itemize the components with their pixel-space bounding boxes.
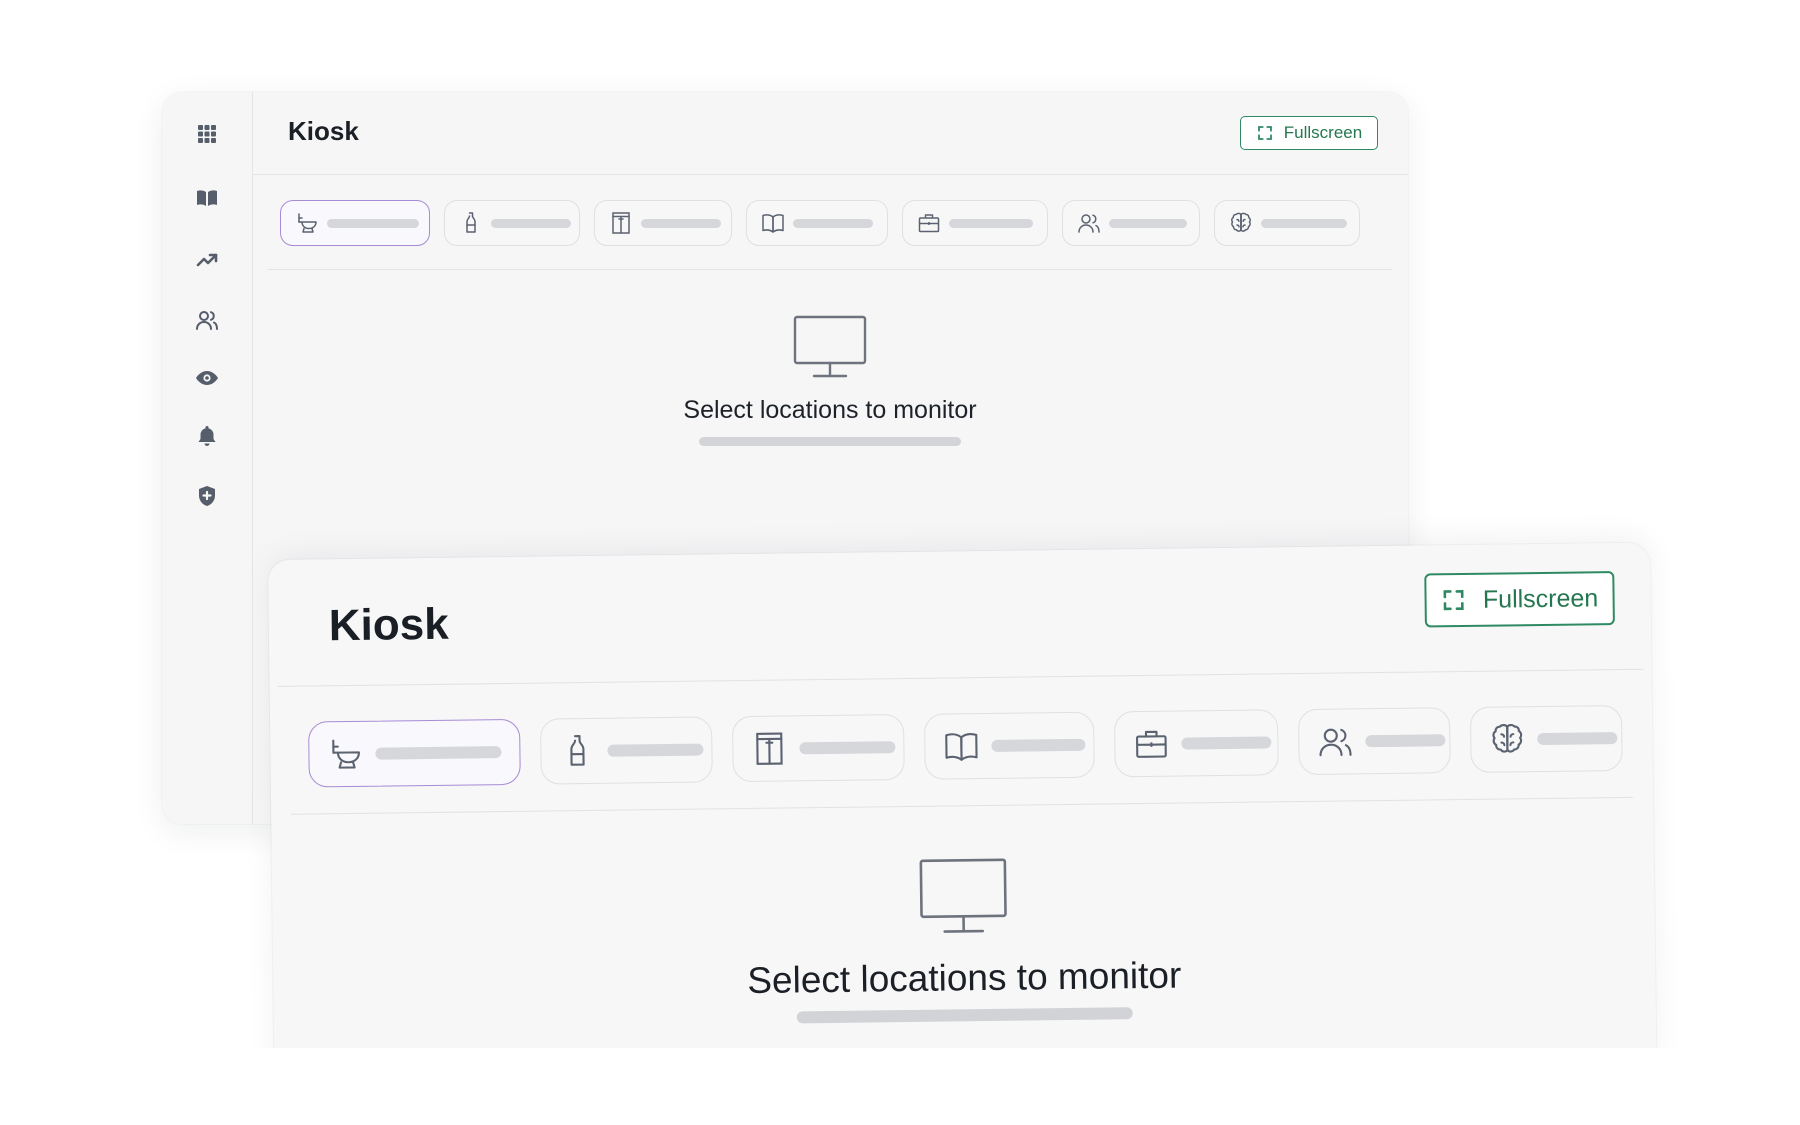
users-icon [1078,214,1100,233]
page-background [0,1048,1800,1125]
monitor-icon [919,858,1007,933]
location-tab-brain[interactable] [1469,704,1623,773]
brain-icon [1231,212,1251,232]
placeholder-bar [796,1007,1133,1024]
fullscreen-button[interactable]: Fullscreen [1240,116,1378,150]
page-title: Kiosk [288,116,359,146]
shield-plus-icon[interactable] [189,478,225,514]
empty-state-text: Select locations to monitor [747,954,1182,1002]
location-tab-book[interactable] [746,200,888,246]
door-icon [756,732,783,765]
book-icon [762,214,784,233]
fullscreen-label: Fullscreen [1283,123,1363,142]
brain-icon [1492,723,1523,753]
monitor-icon [793,315,867,378]
fullscreen-label: Fullscreen [1482,583,1599,614]
location-tab-people[interactable] [1062,200,1200,246]
book-open-icon[interactable] [189,180,225,216]
location-tab-bottle[interactable] [540,716,713,785]
trending-up-icon[interactable] [189,242,225,278]
location-tab-toilet[interactable] [280,200,430,246]
location-tab-door[interactable] [594,200,732,246]
location-tab-briefcase[interactable] [902,200,1048,246]
page-title: Kiosk [328,599,449,651]
empty-state-text: Select locations to monitor [683,396,977,424]
fullscreen-icon [1443,590,1465,611]
fullscreen-icon [1257,126,1272,140]
door-icon [612,212,630,234]
users-icon [1319,728,1352,757]
grid-icon[interactable] [189,116,225,152]
fullscreen-button[interactable]: Fullscreen [1424,571,1615,628]
users-icon[interactable] [189,302,225,338]
location-tab-people[interactable] [1297,707,1451,776]
placeholder-bar [699,437,961,446]
location-tab-brain[interactable] [1214,200,1360,246]
location-tab-door[interactable] [731,714,905,783]
book-icon [945,732,978,761]
toilet-icon [332,739,360,769]
eye-icon[interactable] [189,360,225,396]
bell-icon[interactable] [189,418,225,454]
divider [277,668,1644,687]
location-tab-bottle[interactable] [444,200,580,246]
sidebar [162,92,253,824]
divider [268,269,1392,270]
empty-state: Select locations to monitor [252,314,1408,446]
kiosk-window-front: Kiosk Fullscreen Select locations to mon… [268,542,1657,1080]
empty-state: Select locations to monitor [272,849,1656,1030]
bottle-icon [570,735,585,766]
divider [252,174,1408,175]
location-tab-book[interactable] [923,711,1095,780]
bottle-icon [466,212,476,233]
location-tabs [308,704,1623,790]
divider [291,796,1634,815]
briefcase-icon [918,214,940,233]
location-tab-briefcase[interactable] [1113,709,1279,778]
toilet-icon [298,213,317,233]
briefcase-icon [1136,730,1167,758]
location-tab-toilet[interactable] [308,718,521,788]
